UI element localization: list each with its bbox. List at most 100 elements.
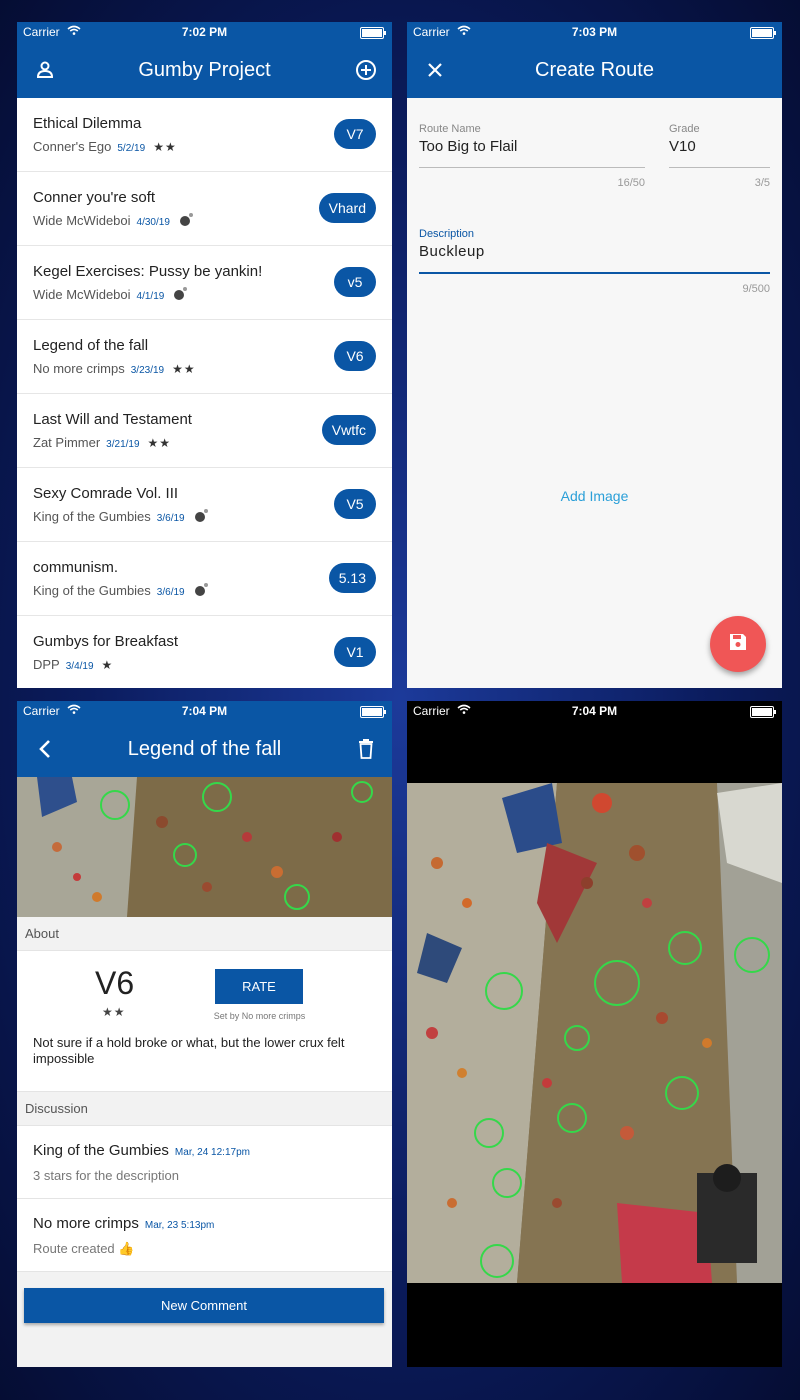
route-setter: DPP [33, 657, 60, 672]
status-bar: Carrier 7:03 PM [407, 22, 782, 42]
route-name: Ethical Dilemma [33, 115, 142, 132]
clock: 7:04 PM [571, 704, 618, 718]
save-button[interactable] [710, 616, 766, 672]
route-meta: King of the Gumbies 3/6/19 [33, 509, 208, 524]
route-date: 3/23/19 [130, 365, 165, 376]
route-detail-screen: Carrier 7:04 PM Legend of the fall About… [17, 701, 392, 1367]
photo-viewer-screen: Carrier 7:04 PM [407, 701, 782, 1367]
comment-time: Mar, 23 5:13pm [144, 1220, 215, 1231]
trash-icon[interactable] [352, 735, 380, 763]
comment-time: Mar, 24 12:17pm [174, 1147, 250, 1158]
route-list-item[interactable]: Legend of the fall No more crimps 3/23/19 ★… [17, 320, 392, 394]
comment-author-line: King of the Gumbies Mar, 24 12:17pm [33, 1142, 250, 1159]
clock: 7:03 PM [571, 25, 618, 39]
status-bar: Carrier 7:02 PM [17, 22, 392, 42]
grade-value[interactable]: V10 [669, 138, 770, 155]
grade-label: Grade [669, 123, 700, 135]
description-label: Description [419, 228, 475, 240]
route-name-label: Route Name [419, 123, 481, 135]
route-name: communism. [33, 559, 119, 576]
route-date: 3/4/19 [65, 661, 94, 672]
page-title: Legend of the fall [127, 738, 282, 760]
description-field[interactable]: Description Buckleup 9/500 [419, 228, 770, 295]
route-list-item[interactable]: Gumbys for Breakfast DPP 3/4/19 ★ V1 [17, 616, 392, 688]
battery-icon [360, 27, 386, 39]
status-bar: Carrier 7:04 PM [17, 701, 392, 721]
comment-item: King of the Gumbies Mar, 24 12:17pm 3 star… [17, 1126, 392, 1199]
route-name-counter: 16/50 [617, 177, 645, 189]
grade-badge: V1 [334, 637, 376, 667]
route-list-item[interactable]: Conner you're soft Wide McWideboi 4/30/19 V… [17, 172, 392, 246]
route-name: Sexy Comrade Vol. III [33, 485, 179, 502]
new-comment-button[interactable]: New Comment [24, 1288, 384, 1323]
route-list-screen: Carrier 7:02 PM Gumby Project Ethical Di… [17, 22, 392, 688]
route-name: Kegel Exercises: Pussy be yankin! [33, 263, 263, 280]
app-bar: Legend of the fall [17, 721, 392, 777]
route-name-field[interactable]: Route Name Too Big to Flail 16/50 [419, 123, 645, 189]
route-meta: Zat Pimmer 3/21/19 ★★ [33, 435, 171, 450]
bomb-icon [179, 213, 193, 226]
page-title: Gumby Project [138, 59, 271, 81]
person-icon[interactable] [31, 56, 59, 84]
route-date: 4/30/19 [136, 217, 170, 228]
route-meta: Wide McWideboi 4/30/19 [33, 213, 193, 228]
battery-icon [750, 706, 776, 718]
description-underline [419, 272, 770, 274]
route-rating: ★★ [172, 362, 196, 376]
clock: 7:04 PM [181, 704, 228, 718]
climbing-wall-photo[interactable] [407, 783, 782, 1283]
header-area: Carrier 7:02 PM Gumby Project [17, 22, 392, 98]
close-icon[interactable] [421, 56, 449, 84]
page-title: Create Route [535, 59, 654, 81]
route-name: Gumbys for Breakfast [33, 633, 179, 650]
route-list-item[interactable]: Sexy Comrade Vol. III King of the Gumbies… [17, 468, 392, 542]
route-setter: Conner's Ego [33, 139, 112, 154]
discussion-section-header: Discussion [17, 1091, 392, 1126]
route-rating: ★★ [102, 1005, 126, 1019]
route-meta: Conner's Ego 5/2/19 ★★ [33, 139, 177, 154]
app-bar: Create Route [407, 42, 782, 98]
route-setter: No more crimps [33, 361, 125, 376]
route-meta: No more crimps 3/23/19 ★★ [33, 361, 196, 376]
add-circle-icon[interactable] [352, 56, 380, 84]
comment-author-line: No more crimps Mar, 23 5:13pm [33, 1215, 214, 1232]
route-name-value[interactable]: Too Big to Flail [419, 138, 645, 155]
clock: 7:02 PM [181, 25, 228, 39]
save-icon [728, 632, 748, 657]
route-setter: King of the Gumbies [33, 509, 151, 524]
grade-badge: v5 [334, 267, 376, 297]
description-value[interactable]: Buckleup [419, 243, 770, 260]
app-bar: Gumby Project [17, 42, 392, 98]
about-section: V6 ★★ RATE Set by No more crimps Not sur… [17, 951, 392, 1091]
rate-button[interactable]: RATE [215, 969, 303, 1004]
route-photo-thumbnail[interactable] [17, 777, 392, 917]
route-list-item[interactable]: Ethical Dilemma Conner's Ego 5/2/19 ★★ V7 [17, 98, 392, 172]
routes-list: Ethical Dilemma Conner's Ego 5/2/19 ★★ V7 Con… [17, 98, 392, 688]
route-setter: King of the Gumbies [33, 583, 151, 598]
route-name: Legend of the fall [33, 337, 149, 354]
add-image-link[interactable]: Add Image [407, 488, 782, 504]
back-chevron-icon[interactable] [31, 735, 59, 763]
route-description: Not sure if a hold broke or what, but th… [33, 1035, 345, 1066]
route-meta: Wide McWideboi 4/1/19 [33, 287, 188, 302]
set-by-label: Set by No more crimps [213, 1011, 306, 1021]
route-list-item[interactable]: Last Will and Testament Zat Pimmer 3/21/19… [17, 394, 392, 468]
route-meta: DPP 3/4/19 ★ [33, 657, 113, 672]
grade-field[interactable]: Grade V10 3/5 [669, 123, 770, 189]
battery-icon [360, 706, 386, 718]
route-setter: Zat Pimmer [33, 435, 101, 450]
route-date: 4/1/19 [136, 291, 165, 302]
grade-underline [669, 167, 770, 168]
comment-text: Route created 👍 [33, 1241, 135, 1256]
grade-badge: V7 [334, 119, 376, 149]
bomb-icon [174, 287, 188, 300]
route-rating: ★★ [153, 140, 177, 154]
route-date: 5/2/19 [117, 143, 146, 154]
grade-badge: 5.13 [328, 563, 376, 593]
route-list-item[interactable]: Kegel Exercises: Pussy be yankin! Wide Mc… [17, 246, 392, 320]
route-list-item[interactable]: communism. King of the Gumbies 3/6/19 5.13 [17, 542, 392, 616]
create-route-screen: Carrier 7:03 PM Create Route Route Name … [407, 22, 782, 688]
grade-badge: V5 [334, 489, 376, 519]
grade-badge: Vhard [318, 193, 376, 223]
route-date: 3/6/19 [156, 513, 185, 524]
